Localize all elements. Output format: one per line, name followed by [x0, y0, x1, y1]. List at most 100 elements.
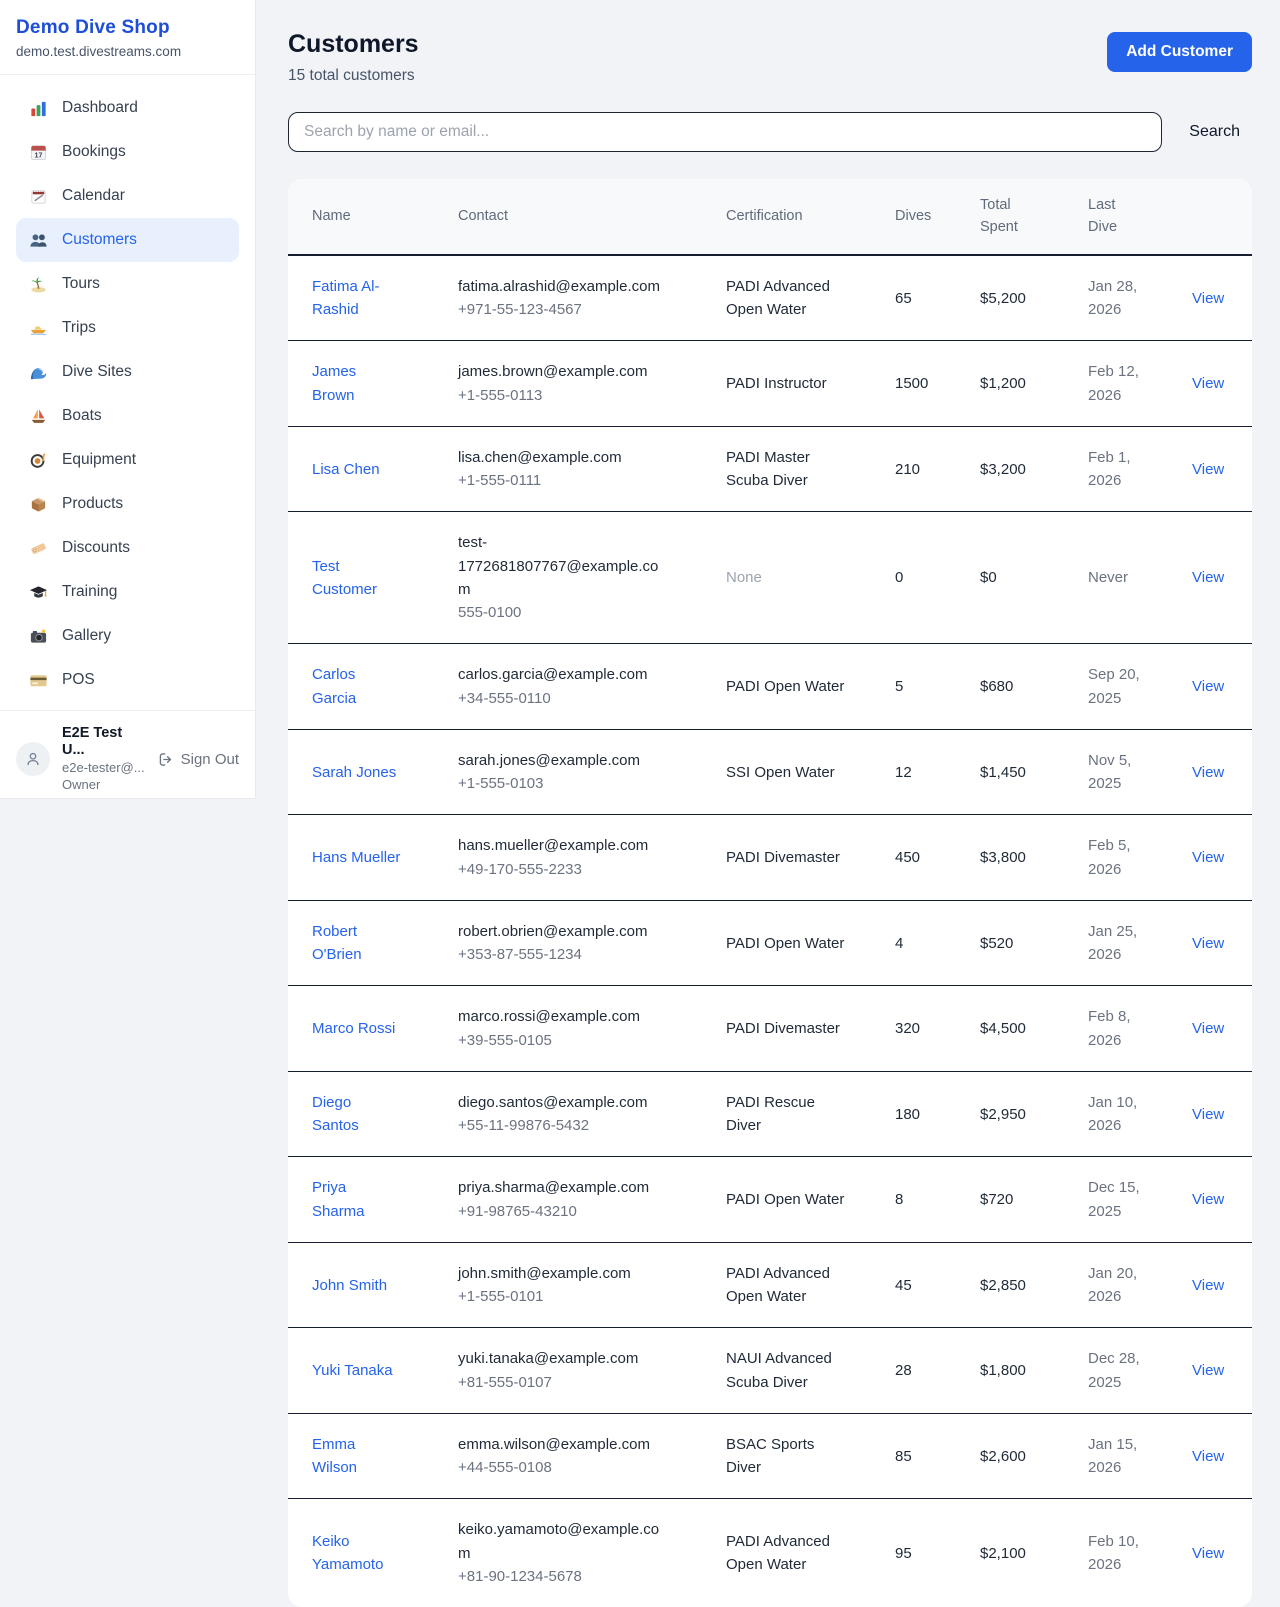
- customer-dives: 0: [895, 512, 980, 644]
- customers-table-card: Name Contact Certification Dives Total S…: [288, 179, 1252, 1607]
- column-header-certification: Certification: [726, 179, 895, 255]
- sidebar-item-label: Tours: [62, 275, 100, 293]
- sidebar-item-training[interactable]: Training: [16, 570, 239, 614]
- customer-certification: PADI Divemaster: [726, 846, 840, 869]
- customer-name-link[interactable]: Fatima Al-Rashid: [312, 275, 402, 322]
- column-header-contact: Contact: [458, 179, 726, 255]
- view-customer-link[interactable]: View: [1192, 1362, 1224, 1379]
- customer-name-link[interactable]: Emma Wilson: [312, 1433, 402, 1480]
- sidebar-item-discounts[interactable]: Discounts: [16, 526, 239, 570]
- view-customer-link[interactable]: View: [1192, 1106, 1224, 1123]
- sidebar-item-pos[interactable]: POS: [16, 658, 239, 702]
- sidebar-item-trips[interactable]: Trips: [16, 306, 239, 350]
- customer-name-link[interactable]: Yuki Tanaka: [312, 1359, 393, 1382]
- table-row: John Smith john.smith@example.com +1-555…: [288, 1242, 1252, 1328]
- customer-name-link[interactable]: Hans Mueller: [312, 846, 400, 869]
- customer-total-spent: $2,950: [980, 1071, 1088, 1157]
- customer-name-link[interactable]: Marco Rossi: [312, 1017, 395, 1040]
- customer-name-link[interactable]: Robert O'Brien: [312, 920, 402, 967]
- column-header-name: Name: [288, 179, 458, 255]
- customer-total-spent: $3,800: [980, 815, 1088, 901]
- sidebar-item-bookings[interactable]: 17 Bookings: [16, 130, 239, 174]
- sidebar-item-tours[interactable]: Tours: [16, 262, 239, 306]
- customer-dives: 65: [895, 255, 980, 341]
- sidebar-item-label: Bookings: [62, 143, 126, 161]
- customer-name-link[interactable]: Test Customer: [312, 555, 402, 602]
- table-row: Diego Santos diego.santos@example.com +5…: [288, 1071, 1252, 1157]
- main-content: Customers 15 total customers Add Custome…: [256, 0, 1280, 1607]
- customer-dives: 1500: [895, 341, 980, 427]
- customer-certification: NAUI Advanced Scuba Diver: [726, 1347, 846, 1394]
- view-customer-link[interactable]: View: [1192, 1020, 1224, 1037]
- search-button[interactable]: Search: [1189, 123, 1240, 141]
- sidebar-item-boats[interactable]: Boats: [16, 394, 239, 438]
- customer-last-dive: Jan 20, 2026: [1088, 1242, 1168, 1328]
- sidebar-item-calendar[interactable]: Calendar: [16, 174, 239, 218]
- view-customer-link[interactable]: View: [1192, 1545, 1224, 1562]
- customer-last-dive: Feb 1, 2026: [1088, 426, 1168, 512]
- sidebar-item-dashboard[interactable]: Dashboard: [16, 86, 239, 130]
- customer-email: fatima.alrashid@example.com: [458, 275, 670, 298]
- customer-last-dive: Never: [1088, 512, 1168, 644]
- customer-last-dive: Feb 5, 2026: [1088, 815, 1168, 901]
- view-customer-link[interactable]: View: [1192, 375, 1224, 392]
- view-customer-link[interactable]: View: [1192, 1191, 1224, 1208]
- table-row: Yuki Tanaka yuki.tanaka@example.com +81-…: [288, 1328, 1252, 1414]
- sign-out-icon: [157, 751, 174, 768]
- customer-name-link[interactable]: Sarah Jones: [312, 761, 396, 784]
- add-customer-button[interactable]: Add Customer: [1107, 32, 1252, 72]
- sign-out-button[interactable]: Sign Out: [157, 751, 239, 768]
- customer-dives: 95: [895, 1499, 980, 1607]
- customer-name-link[interactable]: Diego Santos: [312, 1091, 402, 1138]
- sidebar-item-gallery[interactable]: Gallery: [16, 614, 239, 658]
- sidebar-item-equipment[interactable]: Equipment: [16, 438, 239, 482]
- customer-phone: 555-0100: [458, 601, 718, 624]
- spiral-calendar-icon: [28, 186, 48, 206]
- customer-total-spent: $4,500: [980, 986, 1088, 1072]
- credit-card-icon: [28, 670, 48, 690]
- table-row: Sarah Jones sarah.jones@example.com +1-5…: [288, 729, 1252, 815]
- table-row: Robert O'Brien robert.obrien@example.com…: [288, 900, 1252, 986]
- customer-total-spent: $2,600: [980, 1413, 1088, 1499]
- view-customer-link[interactable]: View: [1192, 678, 1224, 695]
- person-icon: [24, 750, 42, 768]
- customer-name-link[interactable]: Priya Sharma: [312, 1176, 402, 1223]
- table-row: Priya Sharma priya.sharma@example.com +9…: [288, 1157, 1252, 1243]
- customer-total-spent: $2,100: [980, 1499, 1088, 1607]
- customer-last-dive: Sep 20, 2025: [1088, 644, 1168, 730]
- view-customer-link[interactable]: View: [1192, 290, 1224, 307]
- customer-name-link[interactable]: Carlos Garcia: [312, 663, 402, 710]
- table-row: Marco Rossi marco.rossi@example.com +39-…: [288, 986, 1252, 1072]
- customer-name-link[interactable]: James Brown: [312, 360, 402, 407]
- customer-certification: SSI Open Water: [726, 761, 835, 784]
- view-customer-link[interactable]: View: [1192, 1448, 1224, 1465]
- customer-last-dive: Jan 15, 2026: [1088, 1413, 1168, 1499]
- customer-phone: +1-555-0103: [458, 772, 718, 795]
- view-customer-link[interactable]: View: [1192, 461, 1224, 478]
- view-customer-link[interactable]: View: [1192, 849, 1224, 866]
- search-input[interactable]: [288, 112, 1162, 152]
- sidebar-item-products[interactable]: Products: [16, 482, 239, 526]
- page-title: Customers: [288, 30, 419, 59]
- sidebar-item-dive-sites[interactable]: Dive Sites: [16, 350, 239, 394]
- customer-phone: +91-98765-43210: [458, 1200, 718, 1223]
- customer-name-link[interactable]: Keiko Yamamoto: [312, 1530, 402, 1577]
- customer-name-link[interactable]: John Smith: [312, 1274, 387, 1297]
- view-customer-link[interactable]: View: [1192, 764, 1224, 781]
- customer-total-spent: $680: [980, 644, 1088, 730]
- customer-email: john.smith@example.com: [458, 1262, 670, 1285]
- view-customer-link[interactable]: View: [1192, 569, 1224, 586]
- palm-island-icon: [28, 274, 48, 294]
- view-customer-link[interactable]: View: [1192, 1277, 1224, 1294]
- sidebar-item-label: Products: [62, 495, 123, 513]
- customer-total-spent: $720: [980, 1157, 1088, 1243]
- customer-email: test-1772681807767@example.com: [458, 531, 670, 601]
- customer-last-dive: Jan 28, 2026: [1088, 255, 1168, 341]
- customer-certification: BSAC Sports Diver: [726, 1433, 846, 1480]
- customer-name-link[interactable]: Lisa Chen: [312, 458, 380, 481]
- view-customer-link[interactable]: View: [1192, 935, 1224, 952]
- customer-phone: +1-555-0101: [458, 1285, 718, 1308]
- sidebar-item-customers[interactable]: Customers: [16, 218, 239, 262]
- page-header: Customers 15 total customers Add Custome…: [288, 30, 1252, 85]
- customer-email: marco.rossi@example.com: [458, 1005, 670, 1028]
